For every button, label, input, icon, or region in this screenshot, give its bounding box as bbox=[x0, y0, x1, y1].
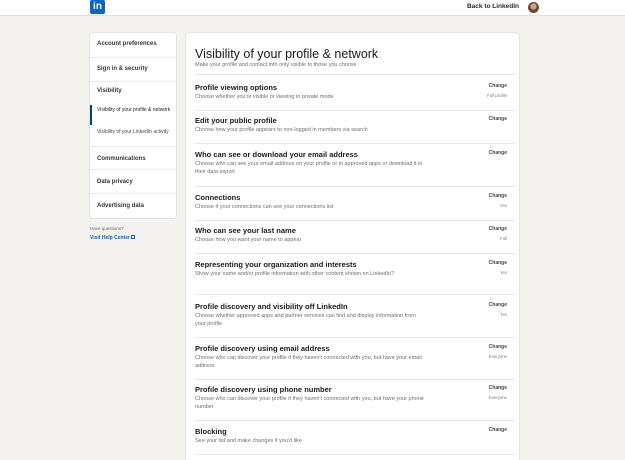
setting-description: Choose who can see your email address on… bbox=[195, 161, 423, 175]
divider bbox=[195, 143, 515, 144]
help-center-label: Visit Help Center bbox=[90, 235, 130, 241]
setting-description: Choose who can discover your profile if … bbox=[195, 355, 422, 369]
setting-description: Choose how you want your name to appear bbox=[195, 237, 302, 243]
divider bbox=[195, 110, 515, 111]
setting-description: Show your name and/or profile informatio… bbox=[195, 271, 395, 277]
change-button[interactable]: Change bbox=[489, 385, 507, 391]
setting-value: Everyone bbox=[488, 395, 507, 400]
setting-description: Choose whether approved apps and partner… bbox=[195, 313, 416, 327]
back-to-linkedin-link[interactable]: Back to LinkedIn bbox=[467, 3, 519, 10]
change-button[interactable]: Change bbox=[489, 427, 507, 433]
sidebar-item-visibility-activity[interactable]: Visibility of your LinkedIn activity bbox=[90, 129, 176, 145]
setting-row-last-name[interactable]: Who can see your last name Choose how yo… bbox=[195, 226, 515, 252]
divider bbox=[195, 337, 515, 338]
sidebar-item-data-privacy[interactable]: Data privacy bbox=[90, 170, 176, 194]
setting-value: Yes bbox=[499, 270, 507, 275]
setting-description: Choose if your connections can see your … bbox=[195, 204, 334, 210]
setting-value: Full bbox=[500, 236, 507, 241]
help-question: Have questions? bbox=[90, 226, 124, 231]
setting-title: Profile discovery and visibility off Lin… bbox=[195, 302, 348, 311]
setting-title: Who can see your last name bbox=[195, 226, 296, 235]
change-button[interactable]: Change bbox=[489, 260, 507, 266]
divider bbox=[195, 379, 515, 380]
setting-description: Choose how your profile appears to non-l… bbox=[195, 127, 368, 133]
page-subtitle: Make your profile and contact info only … bbox=[195, 62, 357, 68]
sidebar-item-sign-in-security[interactable]: Sign in & security bbox=[90, 58, 176, 82]
change-button[interactable]: Change bbox=[489, 150, 507, 156]
divider bbox=[195, 294, 515, 295]
divider bbox=[195, 220, 515, 221]
change-button[interactable]: Change bbox=[489, 193, 507, 199]
setting-value: Yes bbox=[499, 312, 507, 317]
setting-title: Representing your organization and inter… bbox=[195, 260, 357, 269]
divider bbox=[195, 253, 515, 254]
setting-row-public-profile[interactable]: Edit your public profile Choose how your… bbox=[195, 116, 515, 142]
avatar[interactable] bbox=[528, 2, 539, 13]
setting-row-blocking[interactable]: Blocking See your list and make changes … bbox=[195, 427, 515, 453]
setting-title: Edit your public profile bbox=[195, 116, 277, 125]
setting-description: See your list and make changes if you'd … bbox=[195, 438, 302, 444]
setting-value: Yes bbox=[499, 203, 507, 208]
setting-row-connections[interactable]: Connections Choose if your connections c… bbox=[195, 193, 515, 219]
setting-row-off-linkedin-discovery[interactable]: Profile discovery and visibility off Lin… bbox=[195, 302, 515, 338]
linkedin-logo-icon[interactable]: in bbox=[90, 0, 105, 14]
setting-row-email-discovery[interactable]: Profile discovery using email address Ch… bbox=[195, 344, 515, 378]
setting-description: Choose whether you're visible or viewing… bbox=[195, 94, 334, 100]
divider bbox=[195, 74, 515, 75]
setting-row-profile-viewing[interactable]: Profile viewing options Choose whether y… bbox=[195, 83, 515, 109]
sidebar-item-visibility[interactable]: Visibility bbox=[90, 82, 176, 102]
setting-title: Blocking bbox=[195, 427, 227, 436]
setting-title: Profile discovery using phone number bbox=[195, 385, 332, 394]
help-center-link[interactable]: Visit Help Center bbox=[90, 235, 135, 241]
setting-description: Choose who can discover your profile if … bbox=[195, 396, 424, 410]
divider bbox=[195, 420, 515, 421]
change-button[interactable]: Change bbox=[489, 344, 507, 350]
setting-title: Who can see or download your email addre… bbox=[195, 150, 358, 159]
external-link-icon bbox=[130, 235, 135, 239]
divider bbox=[195, 186, 515, 187]
setting-title: Connections bbox=[195, 193, 241, 202]
top-nav-bar: in Back to LinkedIn bbox=[0, 0, 625, 16]
setting-row-email-visibility[interactable]: Who can see or download your email addre… bbox=[195, 150, 515, 186]
change-button[interactable]: Change bbox=[489, 83, 507, 89]
main-settings-panel: Visibility of your profile & network Mak… bbox=[186, 33, 519, 460]
page-title: Visibility of your profile & network bbox=[195, 47, 379, 61]
sidebar-item-advertising-data[interactable]: Advertising data bbox=[90, 194, 176, 218]
change-button[interactable]: Change bbox=[489, 226, 507, 232]
sidebar-item-visibility-profile-network[interactable]: Visibility of your profile & network bbox=[90, 105, 176, 125]
setting-value: Everyone bbox=[488, 354, 507, 359]
setting-value: Full profile bbox=[487, 93, 507, 98]
sidebar-item-account-preferences[interactable]: Account preferences bbox=[90, 33, 176, 58]
settings-sidebar: Account preferences Sign in & security V… bbox=[90, 33, 176, 218]
change-button[interactable]: Change bbox=[489, 116, 507, 122]
setting-title: Profile discovery using email address bbox=[195, 344, 330, 353]
sidebar-item-communications[interactable]: Communications bbox=[90, 146, 176, 170]
change-button[interactable]: Change bbox=[489, 302, 507, 308]
setting-title: Profile viewing options bbox=[195, 83, 278, 92]
divider bbox=[195, 454, 515, 455]
setting-row-phone-discovery[interactable]: Profile discovery using phone number Cho… bbox=[195, 385, 515, 419]
setting-row-representing-organization[interactable]: Representing your organization and inter… bbox=[195, 260, 515, 294]
